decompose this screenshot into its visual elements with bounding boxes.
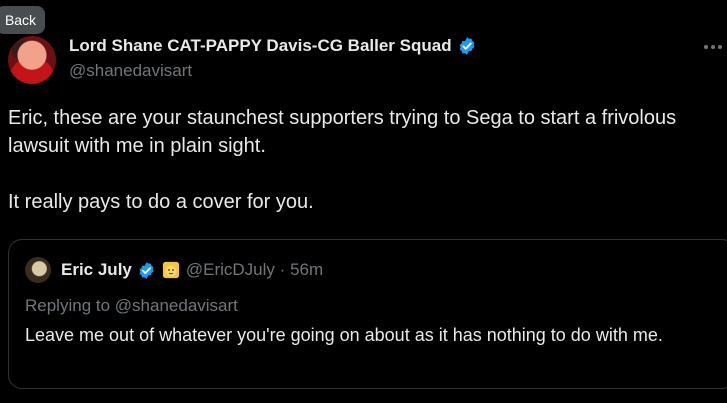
- back-button[interactable]: Back: [0, 6, 45, 34]
- author-handle[interactable]: @shanedavisart: [69, 61, 477, 81]
- tweet-text: Eric, these are your staunchest supporte…: [8, 107, 677, 213]
- quote-author-handle: @EricDJuly · 56m: [186, 260, 323, 280]
- tweet-header: Lord Shane CAT-PAPPY Davis-CG Baller Squ…: [69, 35, 477, 81]
- quote-author-name: Eric July: [61, 260, 132, 279]
- quote-timestamp: 56m: [290, 260, 324, 279]
- quoted-tweet-card[interactable]: Eric July @EricDJuly · 56m Replying to @…: [8, 239, 727, 389]
- cat-emoji-icon: [162, 261, 179, 279]
- more-options-icon[interactable]: [703, 44, 723, 50]
- quote-handle-text: @EricDJuly: [185, 260, 275, 279]
- replying-handle-link[interactable]: @shanedavisart: [115, 296, 238, 315]
- author-display-name[interactable]: Lord Shane CAT-PAPPY Davis-CG Baller Squ…: [69, 36, 452, 56]
- author-avatar[interactable]: [8, 36, 56, 84]
- verified-badge-icon: [459, 37, 474, 55]
- quote-text: Leave me out of whatever you're going on…: [25, 325, 663, 345]
- quote-author-avatar: [25, 257, 51, 283]
- quote-separator: ·: [279, 260, 286, 279]
- name-row: Lord Shane CAT-PAPPY Davis-CG Baller Squ…: [69, 35, 477, 57]
- replying-prefix: Replying to: [25, 296, 111, 315]
- replying-to: Replying to @shanedavisart: [25, 296, 238, 316]
- quote-header: Eric July @EricDJuly · 56m: [25, 257, 323, 283]
- verified-badge-icon: [139, 261, 154, 279]
